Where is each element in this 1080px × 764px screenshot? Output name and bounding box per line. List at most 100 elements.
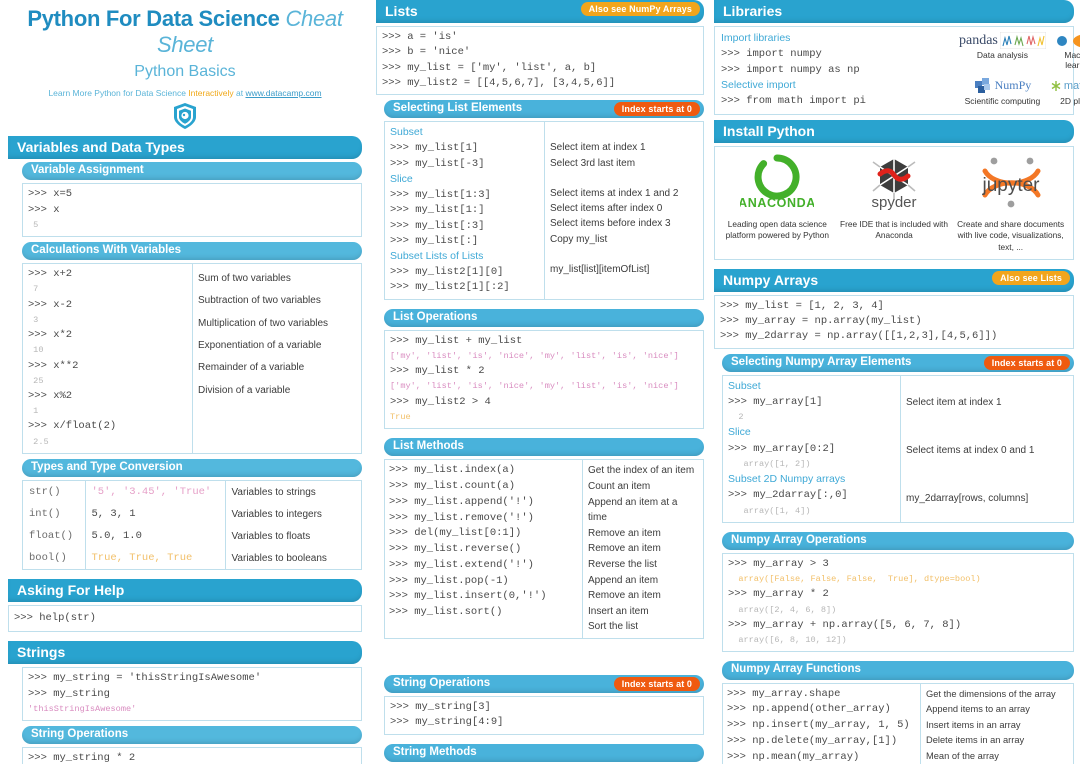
subsection-title: String Operations [31, 728, 128, 740]
code-line: >>> my_list = [1, 2, 3, 4] [720, 300, 884, 312]
code-output: 3 [28, 315, 38, 325]
note-prefix: Learn More Python for Data Science [48, 88, 188, 98]
code-output: array([False, False, False, True], dtype… [728, 574, 981, 584]
string-operations-mid-box: >>> my_string[3] >>> my_string[4:9] [384, 696, 704, 734]
code-line: >>> x**2 [28, 360, 78, 372]
note-interactively: Interactively [188, 88, 233, 98]
subsection-title: Numpy Array Functions [731, 663, 861, 675]
jupyter-label: jupyter [981, 175, 1040, 196]
numpy-functions-descriptions: Get the dimensions of the array Append i… [921, 684, 1061, 764]
subsection-title: Selecting List Elements [393, 102, 522, 114]
selecting-list-elements-box: Subset >>> my_list[1] >>> my_list[-3] Sl… [384, 121, 704, 299]
type-value: 5.0, 1.0 [92, 530, 142, 542]
type-desc: Variables to floats [225, 525, 361, 547]
code-block: Subset >>> my_list[1] >>> my_list[-3] Sl… [385, 122, 544, 298]
code-output: 2.5 [28, 437, 49, 447]
code-block: >>> my_array > 3 array([False, False, Fa… [723, 554, 1073, 651]
pill-also-see-lists[interactable]: Also see Lists [992, 271, 1070, 285]
code-line: >>> my_list.pop(-1) [389, 575, 509, 587]
pill-also-see-numpy-arrays[interactable]: Also see NumPy Arrays [581, 2, 700, 16]
type-value: True, True, True [92, 552, 193, 564]
scikit-learn-logo-cell: learn Machine learning [1050, 31, 1080, 74]
code-output: 'thisStringIsAwesome' [28, 704, 136, 714]
desc-line: Get the dimensions of the array [926, 687, 1056, 703]
title-bold: Python For Data Science [27, 6, 279, 31]
section-title: Lists [385, 3, 418, 19]
desc-line: Sort the list [588, 619, 698, 635]
group-label: Subset 2D Numpy arrays [728, 473, 845, 485]
subsection-title: String Methods [393, 746, 477, 758]
table-row: str() '5', '3.45', 'True' Variables to s… [23, 481, 361, 503]
scikit-learn-logo: learn [1050, 32, 1080, 49]
section-libraries: Libraries [714, 0, 1074, 23]
code-line: >>> np.append(other_array) [727, 703, 891, 715]
pill-index-starts-at-0[interactable]: Index starts at 0 [614, 677, 700, 691]
section-title: Asking For Help [17, 582, 124, 598]
code-line: >>> my_list.insert(0,'!') [389, 590, 547, 602]
list-methods-box: >>> my_list.index(a) >>> my_list.count(a… [384, 459, 704, 639]
desc-line: Insert items in an array [926, 718, 1056, 734]
code-line: >>> my_list[:] [390, 235, 478, 247]
spyder-logo: spyder [857, 153, 931, 211]
types-box: str() '5', '3.45', 'True' Variables to s… [22, 480, 362, 570]
libraries-box: Import libraries >>> import numpy >>> im… [714, 26, 1074, 115]
subsection-numpy-array-functions: Numpy Array Functions [722, 661, 1074, 679]
pandas-logo-cell: pandas [959, 31, 1046, 74]
desc-line: Subtraction of two variables [198, 290, 356, 312]
list-operations-box: >>> my_list + my_list ['my', 'list', 'is… [384, 330, 704, 429]
code-line: >>> b = 'nice' [382, 46, 470, 58]
code-line: >>> my_list[-3] [390, 158, 485, 170]
code-output: 7 [28, 284, 38, 294]
subsection-selecting-list-elements: Selecting List Elements Index starts at … [384, 100, 704, 118]
pill-index-starts-at-0[interactable]: Index starts at 0 [614, 102, 700, 116]
desc-line: Exponentiation of a variable [198, 335, 356, 357]
desc-line: Mean of the array [926, 749, 1056, 764]
code-line: >>> my_2darray = np.array([[1,2,3],[4,5,… [720, 330, 997, 342]
matplotlib-logo: matplotlib [1050, 77, 1080, 95]
code-line: >>> x [28, 204, 60, 216]
desc-line: Sum of two variables [198, 268, 356, 290]
jupyter-cell: jupyter Create and share documents with … [952, 153, 1069, 253]
code-line: >>> import numpy [721, 48, 822, 60]
code-output: ['my', 'list', 'is', 'nice', 'my', 'list… [390, 381, 679, 391]
desc-line: Remove an item [588, 588, 698, 604]
code-line: >>> my_array = np.array(my_list) [720, 315, 922, 327]
desc-line: Select items after index 0 [550, 201, 698, 216]
subsection-title: List Operations [393, 311, 477, 323]
list-methods-table: >>> my_list.index(a) >>> my_list.count(a… [385, 460, 703, 638]
code-line: >>> x/float(2) [28, 420, 116, 432]
pill-index-starts-at-0[interactable]: Index starts at 0 [984, 356, 1070, 370]
code-output: 1 [28, 406, 38, 416]
subsection-variable-assignment: Variable Assignment [22, 162, 362, 180]
code-line: >>> my_list.reverse() [389, 543, 521, 555]
code-line: >>> x-2 [28, 299, 72, 311]
selecting-numpy-descriptions: Select item at index 1 Select items at i… [901, 376, 1073, 510]
desc-line: Append items to an array [926, 702, 1056, 718]
group-label: Subset Lists of Lists [390, 250, 483, 262]
code-block: >>> a = 'is' >>> b = 'nice' >>> my_list … [377, 27, 703, 94]
type-value: 5, 3, 1 [92, 508, 136, 520]
desc-line: Select items before index 3 [550, 216, 698, 231]
code-line: >>> import numpy as np [721, 64, 860, 76]
datacamp-link[interactable]: www.datacamp.com [245, 88, 321, 98]
subsection-string-operations: String Operations [22, 726, 362, 744]
selecting-descriptions: Select item at index 1 Select 3rd last i… [545, 122, 703, 280]
group-label: Import libraries [721, 32, 790, 44]
desc-line: Remainder of a variable [198, 357, 356, 379]
table-row: float() 5.0, 1.0 Variables to floats [23, 525, 361, 547]
desc-line: Division of a variable [198, 380, 356, 402]
code-output: array([1, 4]) [728, 506, 811, 516]
type-function: bool() [23, 547, 85, 569]
code-output: 2 [728, 412, 743, 422]
desc-line: Select items at index 1 and 2 [550, 186, 698, 201]
code-line: >>> my_array * 2 [728, 588, 829, 600]
string-operations-box: >>> my_string * 2 'thisStringIsAwesometh… [22, 747, 362, 764]
desc-line: Reverse the list [588, 557, 698, 573]
left-column: Python For Data Science Cheat Sheet Pyth… [0, 0, 370, 764]
anaconda-cell: ANACONDA Leading open data science platf… [719, 153, 836, 253]
code-line: >>> my_list * 2 [390, 365, 485, 377]
install-caption: Create and share documents with live cod… [952, 219, 1069, 253]
code-line: >>> a = 'is' [382, 31, 458, 43]
strings-box: >>> my_string = 'thisStringIsAwesome' >>… [22, 667, 362, 721]
lib-caption: Machine learning [1050, 50, 1080, 70]
